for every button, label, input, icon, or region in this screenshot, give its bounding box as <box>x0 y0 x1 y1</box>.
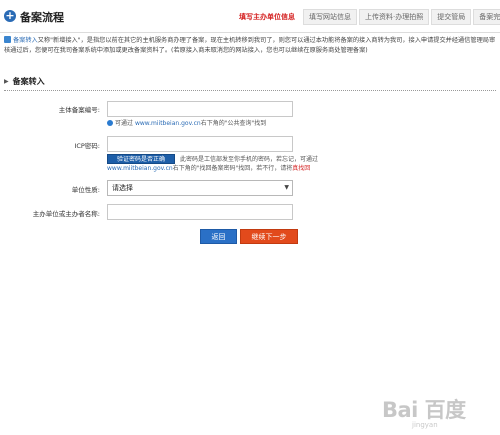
icp-hint-red[interactable]: 真找回 <box>292 165 310 172</box>
unit-type-value: 请选择 <box>112 184 133 192</box>
section-title: ▶ 备案转入 <box>4 76 496 91</box>
icp-password-input[interactable] <box>107 136 293 152</box>
info-dot-icon <box>107 120 113 126</box>
record-no-hint: 可通过 www.miitbeian.gov.cn右下角的"公共查询"找到 <box>107 119 266 128</box>
icp-hint-1: 此密码是工信部发至你手机的密码，若忘记，可通过 <box>180 156 319 163</box>
icp-hint-2: www.miitbeian.gov.cn右下角的"找回备案密码"找回，若不行，请… <box>107 164 487 173</box>
miitbeian-link-2[interactable]: www.miitbeian.gov.cn <box>107 165 173 172</box>
step-3: 上传资料·办理拍照 <box>359 9 430 25</box>
watermark-main: Bai 百度 <box>382 398 466 422</box>
step-4: 提交管局 <box>431 9 472 25</box>
step-progress: 填写主办单位信息 填写网站信息 上传资料·办理拍照 提交管局 备案完成 <box>233 9 500 25</box>
hint-prefix: 可通过 <box>115 120 134 127</box>
icp-hint-2-text: 右下角的"找回备案密码"找回，若不行，请将 <box>172 165 293 172</box>
step-5: 备案完成 <box>473 9 500 25</box>
plus-circle-icon: + <box>4 9 16 22</box>
section-title-text: 备案转入 <box>12 77 45 86</box>
unit-type-label: 单位性质: <box>71 186 100 194</box>
chevron-down-icon: ▼ <box>284 184 289 191</box>
next-step-button[interactable]: 继续下一步 <box>240 229 298 244</box>
record-no-label: 主体备案编号: <box>58 106 100 114</box>
info-icon <box>4 36 11 43</box>
owner-name-input[interactable] <box>107 204 293 220</box>
back-button[interactable]: 返回 <box>200 229 237 244</box>
unit-type-select[interactable]: 请选择 ▼ <box>107 180 293 196</box>
miitbeian-link[interactable]: www.miitbeian.gov.cn <box>135 120 201 127</box>
hint-suffix: 右下角的"公共查询"找到 <box>200 120 267 127</box>
icp-password-label: ICP密码: <box>74 142 100 150</box>
watermark-sub: jingyan <box>412 421 438 429</box>
header-bar: + 备案流程 填写主办单位信息 填写网站信息 上传资料·办理拍照 提交管局 备案… <box>0 0 500 33</box>
verify-password-button[interactable]: 验证密码是否正确 <box>107 154 175 164</box>
step-2: 填写网站信息 <box>303 9 357 25</box>
triangle-right-icon: ▶ <box>4 78 9 85</box>
owner-name-label: 主办单位或主办者名称: <box>32 210 100 218</box>
intro-body: 又称"新增接入"，是指您以前在其它的主机服务商办理了备案，现在主机转移到我司了，… <box>4 37 496 54</box>
record-no-input[interactable] <box>107 101 293 117</box>
page-title: 备案流程 <box>20 11 64 24</box>
step-1: 填写主办单位信息 <box>233 9 301 25</box>
intro-lead: 备案转入 <box>13 37 38 44</box>
intro-text: 备案转入又称"新增接入"，是指您以前在其它的主机服务商办理了备案，现在主机转移到… <box>4 36 496 56</box>
baidu-watermark: Bai 百度 jingyan <box>360 392 500 435</box>
